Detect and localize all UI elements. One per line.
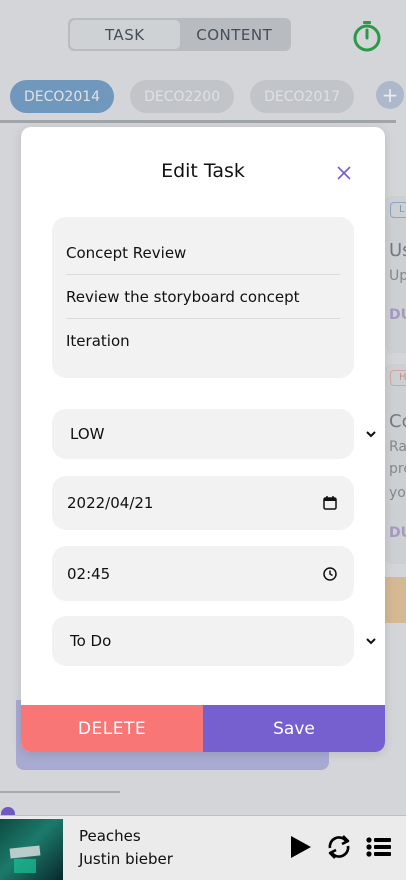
calendar-icon[interactable] xyxy=(322,495,338,511)
modal-title: Edit Task xyxy=(161,160,245,182)
due-time-input[interactable]: 02:45 xyxy=(52,546,354,601)
priority-value: LOW xyxy=(70,425,105,443)
task-description-input[interactable]: Review the storyboard concept xyxy=(66,275,340,319)
delete-button[interactable]: DELETE xyxy=(21,705,203,752)
task-stage-input[interactable]: Iteration xyxy=(66,319,340,363)
due-date-value: 2022/04/21 xyxy=(67,494,154,512)
priority-select[interactable]: LOW xyxy=(52,409,354,459)
status-select[interactable]: To Do xyxy=(52,616,354,666)
edit-task-modal: Edit Task Concept Review Review the stor… xyxy=(21,127,385,752)
chevron-down-icon[interactable] xyxy=(364,427,378,441)
chevron-down-icon[interactable] xyxy=(364,634,378,648)
clock-icon[interactable] xyxy=(322,566,338,582)
task-text-fields: Concept Review Review the storyboard con… xyxy=(52,217,354,378)
due-time-value: 02:45 xyxy=(67,564,111,583)
save-button[interactable]: Save xyxy=(203,705,385,752)
task-name-input[interactable]: Concept Review xyxy=(66,231,340,275)
status-value: To Do xyxy=(70,632,112,650)
close-icon[interactable] xyxy=(334,163,354,183)
due-date-input[interactable]: 2022/04/21 xyxy=(52,476,354,530)
